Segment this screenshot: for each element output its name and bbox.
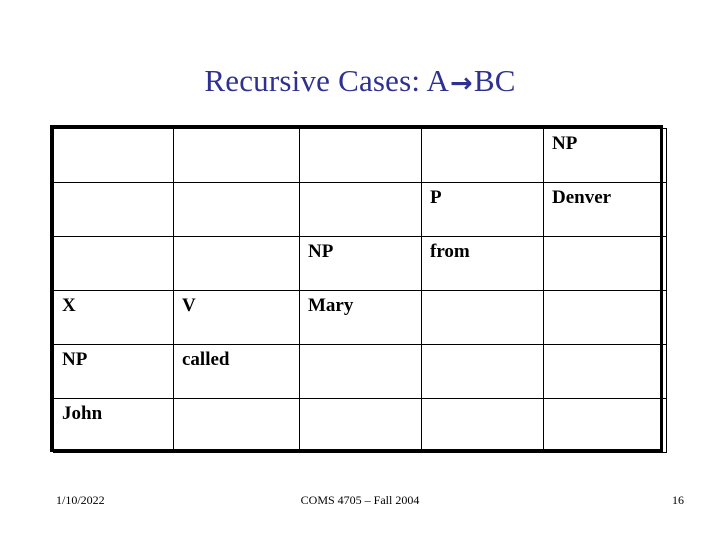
chart-cell	[299, 398, 422, 453]
chart-cell	[543, 236, 667, 291]
title-suffix-text: BC	[473, 63, 516, 98]
cell-text: called	[182, 349, 230, 370]
footer-page-number: 16	[672, 493, 684, 507]
cell-text: NP	[552, 133, 578, 154]
cell-text: Denver	[552, 187, 612, 208]
table-row: NP	[53, 128, 667, 183]
chart-cell: called	[173, 344, 300, 399]
chart-cell	[173, 236, 300, 291]
chart-cell	[53, 182, 174, 237]
chart-cell	[173, 128, 300, 183]
chart-cell: John	[53, 398, 174, 453]
chart-cell	[53, 236, 174, 291]
chart-cell	[299, 344, 422, 399]
table-row: John	[53, 398, 667, 453]
chart-cell	[543, 290, 667, 345]
chart-cell: P	[421, 182, 544, 237]
chart-cell: NP	[53, 344, 174, 399]
chart-cell: NP	[299, 236, 422, 291]
chart-cell	[173, 398, 300, 453]
chart-cell	[543, 344, 667, 399]
table-row: P Denver	[53, 182, 667, 237]
chart-cell: X	[53, 290, 174, 345]
slide-footer: 1/10/2022 COMS 4705 – Fall 2004 16	[0, 492, 720, 514]
cell-text: V	[182, 295, 196, 316]
chart-cell	[421, 398, 544, 453]
slide-canvas: Recursive Cases: A→BC NP P Denver NP fro…	[0, 0, 720, 540]
chart-cell	[543, 398, 667, 453]
chart-cell	[173, 182, 300, 237]
chart-grid: NP P Denver NP from X V Mary NP called J…	[53, 128, 667, 453]
chart-cell	[421, 344, 544, 399]
cell-text: NP	[308, 241, 334, 262]
cell-text: X	[62, 295, 76, 316]
cell-text: NP	[62, 349, 88, 370]
chart-cell	[53, 128, 174, 183]
page-title: Recursive Cases: A→BC	[36, 62, 684, 103]
cell-text: from	[430, 241, 470, 262]
parse-chart-table: NP P Denver NP from X V Mary NP called J…	[50, 125, 667, 453]
chart-grid-body: NP P Denver NP from X V Mary NP called J…	[53, 128, 667, 453]
chart-cell	[299, 128, 422, 183]
chart-cell	[421, 128, 544, 183]
cell-text: Mary	[308, 295, 354, 316]
right-arrow-icon: →	[450, 68, 473, 99]
chart-cell: V	[173, 290, 300, 345]
chart-cell	[299, 182, 422, 237]
cell-text: P	[430, 187, 442, 208]
chart-cell: from	[421, 236, 544, 291]
chart-cell	[421, 290, 544, 345]
table-row: NP called	[53, 344, 667, 399]
table-row: NP from	[53, 236, 667, 291]
title-prefix-text: Recursive Cases: A	[204, 63, 450, 98]
chart-cell: Denver	[543, 182, 667, 237]
chart-cell: NP	[543, 128, 667, 183]
chart-cell: Mary	[299, 290, 422, 345]
table-row: X V Mary	[53, 290, 667, 345]
cell-text: John	[62, 403, 103, 424]
